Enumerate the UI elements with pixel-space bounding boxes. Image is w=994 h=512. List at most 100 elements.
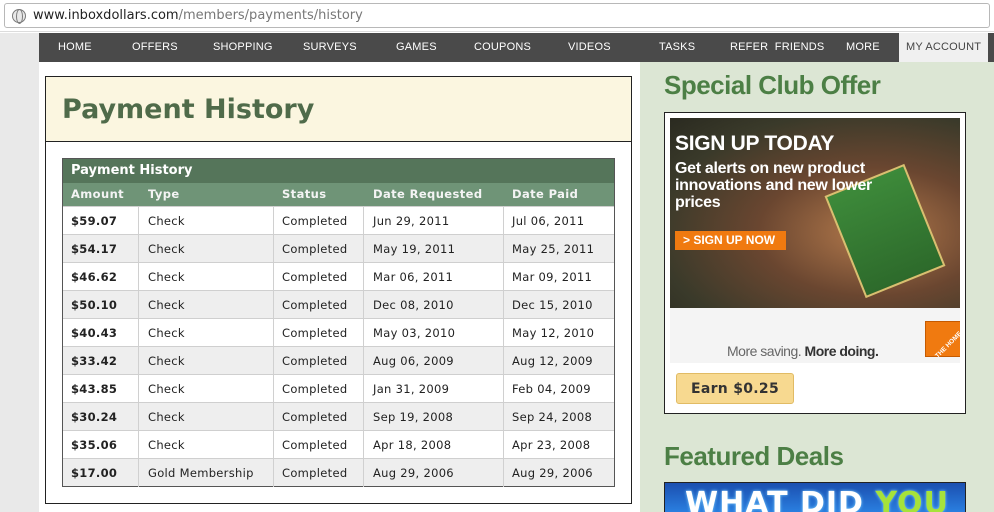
column-divider bbox=[363, 319, 364, 347]
cell-status: Completed bbox=[282, 270, 348, 284]
column-divider bbox=[503, 459, 504, 487]
column-divider bbox=[363, 347, 364, 375]
cell-date-paid: Feb 04, 2009 bbox=[512, 382, 591, 396]
cell-type: Check bbox=[148, 410, 185, 424]
url-field[interactable]: www.inboxdollars.com/members/payments/hi… bbox=[4, 3, 990, 28]
nav-refer-friends[interactable]: REFER FRIENDS bbox=[730, 33, 824, 62]
home-depot-logo-icon: THE HOME DEPOT bbox=[925, 313, 960, 360]
column-divider bbox=[503, 403, 504, 431]
column-divider bbox=[138, 235, 139, 263]
cell-amount: $50.10 bbox=[71, 298, 118, 312]
url-text[interactable]: www.inboxdollars.com/members/payments/hi… bbox=[33, 8, 363, 23]
column-divider bbox=[503, 347, 504, 375]
cell-type: Check bbox=[148, 354, 185, 368]
url-path: /members/payments/history bbox=[178, 8, 363, 23]
table-header-row: Amount Type Status Date Requested Date P… bbox=[63, 183, 614, 206]
column-divider bbox=[273, 431, 274, 459]
nav-games[interactable]: GAMES bbox=[396, 33, 437, 62]
ad-image[interactable]: SIGN UP TODAY Get alerts on new product … bbox=[670, 118, 960, 363]
table-row: $17.00 Gold Membership Completed Aug 29, 20… bbox=[63, 458, 614, 487]
column-divider bbox=[503, 235, 504, 263]
column-header-date-paid: Date Paid bbox=[512, 187, 579, 201]
main-nav: HOME OFFERS SHOPPING SURVEYS GAMES COUPO… bbox=[39, 33, 994, 62]
ad-tagline-light: More saving. bbox=[727, 343, 805, 359]
page-title: Payment History bbox=[62, 94, 315, 125]
nav-my-account[interactable]: MY ACCOUNT bbox=[899, 33, 989, 62]
cell-status: Completed bbox=[282, 242, 348, 256]
cell-status: Completed bbox=[282, 326, 348, 340]
column-divider bbox=[273, 403, 274, 431]
table-row: $50.10 Check Completed Dec 08, 2010 Dec 15, … bbox=[63, 290, 614, 319]
cell-amount: $43.85 bbox=[71, 382, 118, 396]
table-row: $33.42 Check Completed Aug 06, 2009 Aug 12, … bbox=[63, 346, 614, 375]
column-divider bbox=[273, 235, 274, 263]
payment-table: Payment History Amount Type Status Date … bbox=[62, 158, 615, 487]
cell-status: Completed bbox=[282, 466, 348, 480]
column-divider bbox=[138, 375, 139, 403]
payment-history-panel: Payment History Payment History Amount T… bbox=[45, 76, 632, 504]
nav-videos[interactable]: VIDEOS bbox=[568, 33, 611, 62]
column-header-date-requested: Date Requested bbox=[373, 187, 483, 201]
column-divider bbox=[273, 207, 274, 235]
ad-subhead: Get alerts on new product innovations an… bbox=[675, 160, 872, 211]
globe-icon bbox=[12, 9, 26, 24]
featured-banner-text: WHAT DID YOU bbox=[685, 486, 949, 512]
cell-date-requested: Apr 18, 2008 bbox=[373, 438, 452, 452]
column-divider bbox=[503, 431, 504, 459]
column-divider bbox=[363, 403, 364, 431]
special-offer-ad[interactable]: SIGN UP TODAY Get alerts on new product … bbox=[664, 112, 966, 414]
column-divider bbox=[503, 263, 504, 291]
cell-amount: $59.07 bbox=[71, 214, 118, 228]
cell-type: Check bbox=[148, 270, 185, 284]
column-divider bbox=[138, 207, 139, 235]
table-row: $46.62 Check Completed Mar 06, 2011 Mar 09, … bbox=[63, 262, 614, 291]
cell-type: Check bbox=[148, 214, 185, 228]
nav-coupons[interactable]: COUPONS bbox=[474, 33, 531, 62]
cell-date-paid: Mar 09, 2011 bbox=[512, 270, 593, 284]
earn-button[interactable]: Earn $0.25 bbox=[676, 373, 794, 404]
nav-home[interactable]: HOME bbox=[58, 33, 92, 62]
cell-amount: $17.00 bbox=[71, 466, 118, 480]
cell-date-paid: Aug 29, 2006 bbox=[512, 466, 593, 480]
ad-tagline: More saving. More doing. bbox=[727, 343, 879, 359]
nav-offers[interactable]: OFFERS bbox=[132, 33, 178, 62]
table-caption: Payment History bbox=[63, 159, 614, 183]
column-divider bbox=[363, 207, 364, 235]
nav-more[interactable]: MORE bbox=[846, 33, 880, 62]
cell-status: Completed bbox=[282, 298, 348, 312]
cell-amount: $54.17 bbox=[71, 242, 118, 256]
cell-status: Completed bbox=[282, 354, 348, 368]
special-offer-title: Special Club Offer bbox=[664, 70, 881, 100]
featured-banner-text-b: YOU bbox=[875, 486, 949, 512]
cell-status: Completed bbox=[282, 214, 348, 228]
logo-text: THE HOME DEPOT bbox=[934, 313, 960, 360]
column-divider bbox=[503, 291, 504, 319]
cell-date-requested: May 19, 2011 bbox=[373, 242, 456, 256]
nav-shopping[interactable]: SHOPPING bbox=[213, 33, 273, 62]
cell-date-paid: Aug 12, 2009 bbox=[512, 354, 593, 368]
featured-deal-banner[interactable]: WHAT DID YOU bbox=[664, 482, 966, 512]
column-divider bbox=[363, 235, 364, 263]
column-divider bbox=[363, 291, 364, 319]
table-row: $54.17 Check Completed May 19, 2011 May 25, … bbox=[63, 234, 614, 263]
nav-tasks[interactable]: TASKS bbox=[659, 33, 695, 62]
column-divider bbox=[273, 291, 274, 319]
browser-address-bar: www.inboxdollars.com/members/payments/hi… bbox=[0, 0, 994, 32]
column-divider bbox=[138, 263, 139, 291]
cell-amount: $46.62 bbox=[71, 270, 118, 284]
column-divider bbox=[138, 459, 139, 487]
ad-headline: SIGN UP TODAY bbox=[675, 132, 835, 155]
ad-sign-up-button[interactable]: > SIGN UP NOW bbox=[675, 231, 786, 250]
table-row: $40.43 Check Completed May 03, 2010 May 12, … bbox=[63, 318, 614, 347]
cell-date-requested: Jun 29, 2011 bbox=[373, 214, 450, 228]
nav-surveys[interactable]: SURVEYS bbox=[303, 33, 357, 62]
cell-amount: $30.24 bbox=[71, 410, 118, 424]
cell-date-paid: May 25, 2011 bbox=[512, 242, 595, 256]
column-divider bbox=[363, 375, 364, 403]
ad-tagline-bold: More doing. bbox=[804, 343, 879, 359]
cell-amount: $35.06 bbox=[71, 438, 118, 452]
column-divider bbox=[273, 459, 274, 487]
cell-date-requested: Dec 08, 2010 bbox=[373, 298, 454, 312]
column-divider bbox=[273, 263, 274, 291]
column-divider bbox=[273, 319, 274, 347]
